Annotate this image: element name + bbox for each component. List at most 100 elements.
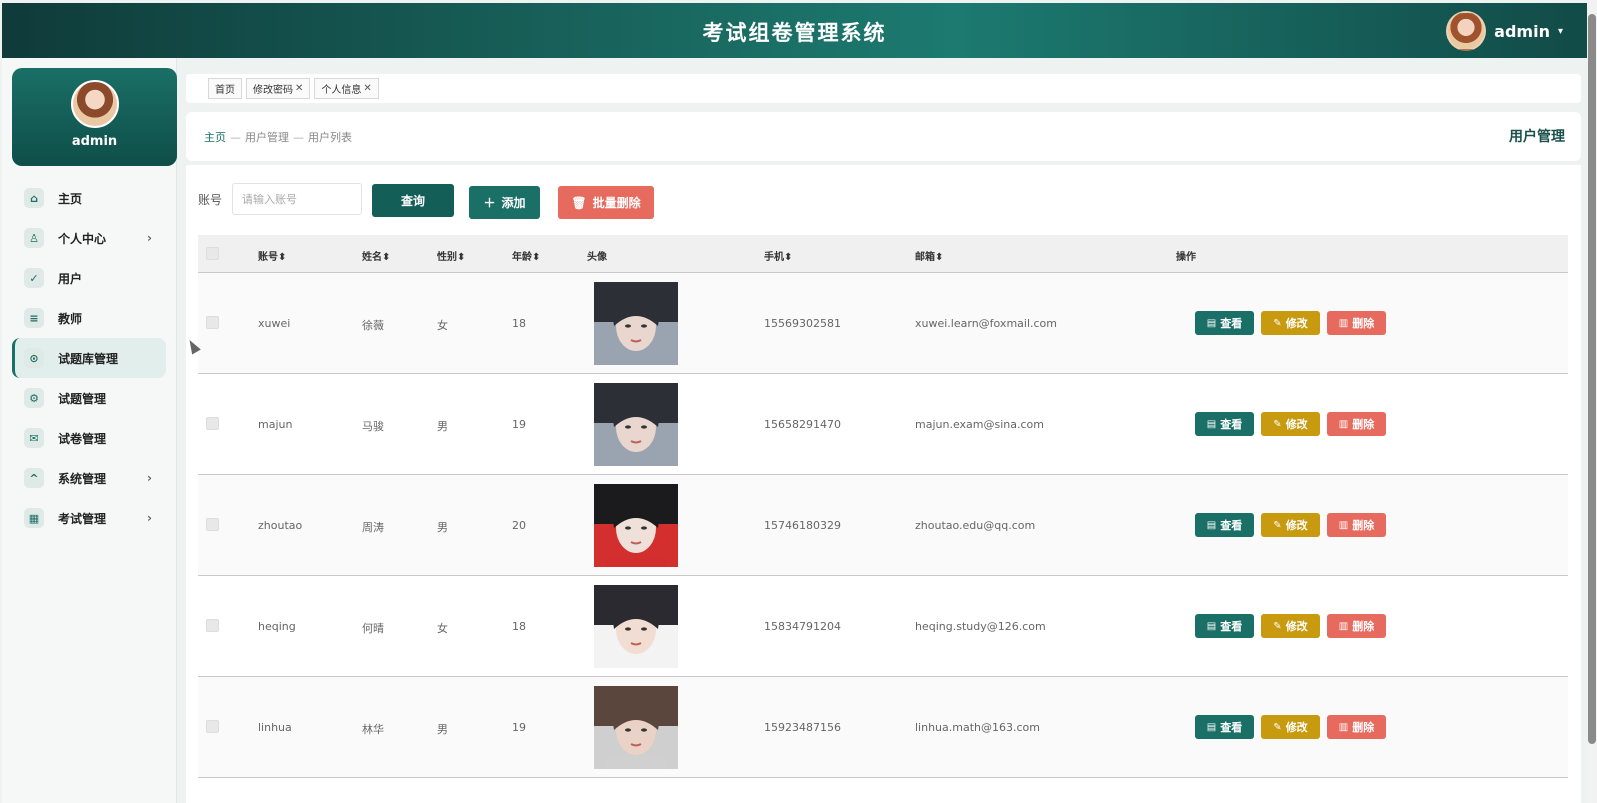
- user-name[interactable]: admin: [1494, 22, 1550, 41]
- cell-email: heqing.study@126.com: [915, 620, 1046, 633]
- row-checkbox[interactable]: [206, 518, 219, 531]
- delete-button[interactable]: ▥ 删除: [1327, 614, 1386, 638]
- cell-phone: 15569302581: [764, 317, 841, 330]
- account-search-input[interactable]: [232, 183, 363, 215]
- header-age[interactable]: 年龄⬍: [512, 248, 540, 263]
- view-button[interactable]: ▤ 查看: [1195, 614, 1254, 638]
- view-button[interactable]: ▤ 查看: [1195, 412, 1254, 436]
- table-row: zhoutao 周涛 男 20 15746180329 zhoutao.edu@qq.co…: [198, 475, 1568, 576]
- sidebar-item-3[interactable]: ≡ 教师: [2, 298, 176, 338]
- view-button[interactable]: ▤ 查看: [1195, 311, 1254, 335]
- sidebar-menu: ⌂ 主页 ♙ 个人中心 › ✓ 用户 ≡ 教师 ⊙ 试题库管理 ⚙ 试题管理 ✉ 试卷管理 ^ 系统管理 › ▦ 考试…: [2, 178, 176, 538]
- view-label: 查看: [1220, 519, 1243, 532]
- sidebar-item-label: 系统管理: [58, 471, 107, 486]
- header-name[interactable]: 姓名⬍: [362, 248, 390, 263]
- header-phone-label: 手机: [764, 252, 784, 263]
- view-label: 查看: [1220, 418, 1243, 431]
- row-checkbox[interactable]: [206, 720, 219, 733]
- edit-label: 修改: [1285, 620, 1308, 633]
- doc-icon: ▤: [1206, 620, 1217, 632]
- sidebar-item-4[interactable]: ⊙ 试题库管理: [12, 338, 166, 378]
- delete-label: 删除: [1352, 418, 1375, 431]
- header-email[interactable]: 邮箱⬍: [915, 248, 943, 263]
- caret-down-icon[interactable]: ▾: [1558, 26, 1563, 37]
- header-gender[interactable]: 性别⬍: [437, 248, 465, 263]
- edit-icon: ✎: [1273, 519, 1282, 531]
- trash-icon: ▥: [1338, 317, 1349, 329]
- sidebar-item-7[interactable]: ^ 系统管理 ›: [2, 458, 176, 498]
- list-icon: ≡: [24, 308, 44, 328]
- delete-label: 删除: [1352, 317, 1375, 330]
- profile-avatar: [70, 80, 119, 128]
- header-account[interactable]: 账号⬍: [258, 248, 286, 263]
- trash-icon: ▥: [1338, 418, 1349, 430]
- breadcrumb-home[interactable]: 主页: [204, 131, 226, 144]
- edit-button[interactable]: ✎ 修改: [1261, 412, 1320, 436]
- sidebar-item-5[interactable]: ⚙ 试题管理: [2, 378, 176, 418]
- sidebar-item-0[interactable]: ⌂ 主页: [2, 178, 176, 218]
- profile-name: admin: [71, 134, 118, 149]
- trash-icon: ▥: [1338, 721, 1349, 733]
- tab-label: 修改密码: [253, 85, 293, 96]
- close-icon[interactable]: ✕: [295, 83, 303, 94]
- cell-age: 20: [512, 519, 526, 532]
- view-button[interactable]: ▤ 查看: [1195, 513, 1254, 537]
- sidebar-item-6[interactable]: ✉ 试卷管理: [2, 418, 176, 458]
- sidebar-item-1[interactable]: ♙ 个人中心 ›: [2, 218, 176, 258]
- row-checkbox[interactable]: [206, 316, 219, 329]
- chevron-up-icon: ^: [24, 468, 44, 488]
- edit-button[interactable]: ✎ 修改: [1261, 614, 1320, 638]
- cell-account: majun: [258, 418, 293, 431]
- chevron-right-icon: ›: [147, 511, 152, 525]
- user-avatar-photo: [594, 686, 678, 769]
- sidebar-item-2[interactable]: ✓ 用户: [2, 258, 176, 298]
- edit-button[interactable]: ✎ 修改: [1261, 311, 1320, 335]
- app-title: 考试组卷管理系统: [702, 21, 887, 45]
- header-phone[interactable]: 手机⬍: [764, 248, 792, 263]
- bulk-delete-button[interactable]: 🗑 批量删除: [558, 186, 654, 219]
- cell-account: xuwei: [258, 317, 291, 330]
- user-menu[interactable]: admin ▾: [1446, 11, 1563, 51]
- edit-icon: ✎: [1273, 418, 1282, 430]
- edit-button[interactable]: ✎ 修改: [1261, 715, 1320, 739]
- grid-icon: ▦: [24, 508, 44, 528]
- tab-0[interactable]: 首页: [208, 78, 242, 99]
- sidebar-item-8[interactable]: ▦ 考试管理 ›: [2, 498, 176, 538]
- circle-check-icon: ⊙: [24, 348, 44, 368]
- delete-button[interactable]: ▥ 删除: [1327, 513, 1386, 537]
- tab-2[interactable]: 个人信息 ✕: [314, 78, 379, 99]
- scrollbar-thumb[interactable]: [1588, 14, 1596, 744]
- check-icon: ✓: [24, 268, 44, 288]
- cell-account: linhua: [258, 721, 292, 734]
- query-button[interactable]: 查询: [372, 184, 454, 217]
- cell-phone: 15923487156: [764, 721, 841, 734]
- sidebar-profile: admin: [12, 68, 177, 166]
- select-all-checkbox[interactable]: [206, 247, 219, 260]
- edit-label: 修改: [1285, 519, 1308, 532]
- user-avatar[interactable]: [1446, 11, 1487, 51]
- user-avatar-photo: [594, 484, 678, 567]
- row-checkbox[interactable]: [206, 417, 219, 430]
- tab-label: 个人信息: [321, 85, 362, 96]
- row-checkbox[interactable]: [206, 619, 219, 632]
- delete-button[interactable]: ▥ 删除: [1327, 311, 1386, 335]
- cell-account: zhoutao: [258, 519, 303, 532]
- delete-label: 删除: [1352, 519, 1375, 532]
- page-scrollbar[interactable]: [1587, 0, 1597, 803]
- header-email-label: 邮箱: [915, 252, 935, 263]
- cell-phone: 15834791204: [764, 620, 841, 633]
- delete-button[interactable]: ▥ 删除: [1327, 412, 1386, 436]
- add-button[interactable]: ＋ 添加: [469, 186, 540, 219]
- cell-name: 周涛: [362, 521, 384, 534]
- sidebar-item-label: 考试管理: [58, 511, 107, 526]
- edit-button[interactable]: ✎ 修改: [1261, 513, 1320, 537]
- close-icon[interactable]: ✕: [363, 83, 371, 94]
- delete-button[interactable]: ▥ 删除: [1327, 715, 1386, 739]
- trash-icon: ▥: [1338, 620, 1349, 632]
- tab-1[interactable]: 修改密码 ✕: [246, 78, 311, 99]
- table-row: heqing 何晴 女 18 15834791204 heqing.study@126.c…: [198, 576, 1568, 677]
- cell-email: majun.exam@sina.com: [915, 418, 1044, 431]
- view-button[interactable]: ▤ 查看: [1195, 715, 1254, 739]
- cell-age: 18: [512, 620, 526, 633]
- breadcrumb: 主页 — 用户管理 — 用户列表: [204, 129, 352, 145]
